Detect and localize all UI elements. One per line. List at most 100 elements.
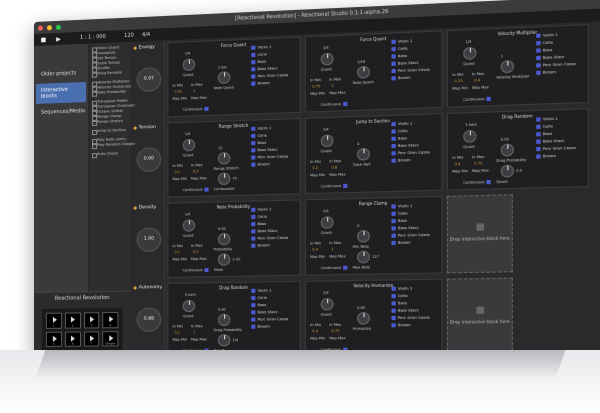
instrument-checkbox[interactable]	[251, 243, 256, 248]
drop-zone[interactable]: Drop interactive block here	[446, 277, 513, 357]
instrument-checkbox[interactable]	[391, 300, 396, 305]
continuous-toggle[interactable]: Continuous	[321, 265, 348, 270]
sidebar-item-sequences-media[interactable]: Sequences/Media	[36, 104, 86, 120]
trigger-pad[interactable]: 7	[83, 330, 100, 347]
instrument-checkbox[interactable]	[251, 154, 256, 160]
instrument-checkbox[interactable]	[251, 214, 256, 219]
map-min-value[interactable]: 0.1	[175, 170, 181, 174]
instrument-item[interactable]: Broom	[536, 151, 585, 160]
param-knob[interactable]	[357, 312, 370, 325]
tempo-display[interactable]: 120	[124, 33, 134, 39]
instrument-item[interactable]: Broom	[251, 322, 297, 330]
param-knob[interactable]	[500, 60, 514, 74]
map-max-value[interactable]: 0.4	[474, 78, 480, 82]
continuous-toggle[interactable]: Continuous	[321, 101, 348, 107]
quant-knob[interactable]	[463, 129, 477, 143]
trigger-pad[interactable]: 6	[64, 331, 81, 347]
instrument-checkbox[interactable]	[536, 146, 541, 151]
continuous-toggle[interactable]: Continuous	[321, 183, 348, 189]
map-min-value[interactable]: 0.25	[454, 79, 462, 84]
map-min-value[interactable]: 0.2	[312, 166, 318, 170]
map-min-value[interactable]: 0.1	[175, 250, 181, 254]
instrument-checkbox[interactable]	[391, 233, 396, 238]
map-min-value[interactable]: 0.4	[454, 162, 460, 166]
instrument-checkbox[interactable]	[251, 45, 256, 50]
map-max-value[interactable]: 0.6	[331, 165, 337, 169]
instrument-checkbox[interactable]	[391, 203, 396, 209]
instrument-checkbox[interactable]	[251, 59, 256, 64]
trigger-pad[interactable]: 4	[102, 311, 119, 328]
continuous-checkbox[interactable]	[204, 187, 209, 192]
map-max-value[interactable]: 0.5	[193, 250, 199, 254]
instrument-checkbox[interactable]	[391, 53, 396, 59]
instrument-item[interactable]: Broom	[391, 238, 439, 246]
instrument-checkbox[interactable]	[391, 240, 396, 245]
stop-icon[interactable]: ■	[40, 36, 47, 43]
instrument-checkbox[interactable]	[391, 308, 396, 313]
param-knob[interactable]	[217, 71, 231, 84]
row-value-knob[interactable]: 0.97	[136, 66, 162, 93]
map-min-value[interactable]: 0.4	[312, 248, 318, 252]
instrument-checkbox[interactable]	[391, 121, 396, 126]
continuous-checkbox[interactable]	[204, 268, 209, 273]
sidebar-item-older-projects[interactable]: Older projects	[36, 66, 86, 82]
continuous-toggle[interactable]: Continuous	[463, 179, 491, 185]
map-min-value[interactable]: 0.91	[175, 89, 183, 93]
instrument-checkbox[interactable]	[251, 52, 256, 57]
quant-knob[interactable]	[182, 219, 196, 232]
instrument-checkbox[interactable]	[251, 147, 256, 152]
continuous-toggle[interactable]: Continuous	[183, 187, 209, 192]
secondary-knob[interactable]	[217, 253, 231, 266]
instrument-checkbox[interactable]	[251, 309, 256, 314]
instrument-checkbox[interactable]	[391, 68, 396, 73]
instrument-checkbox[interactable]	[391, 136, 396, 141]
instrument-checkbox[interactable]	[251, 126, 256, 131]
param-knob[interactable]	[357, 147, 370, 161]
instrument-item[interactable]: Broom	[391, 72, 439, 81]
instrument-checkbox[interactable]	[251, 316, 256, 322]
instrument-checkbox[interactable]	[251, 162, 256, 167]
quant-knob[interactable]	[182, 299, 196, 313]
row-value-knob[interactable]: 0.00	[136, 147, 162, 173]
trigger-pad[interactable]: 2	[64, 312, 81, 329]
map-min-value[interactable]: 0.4	[312, 329, 318, 333]
map-max-value[interactable]: 1	[193, 89, 195, 93]
continuous-checkbox[interactable]	[486, 179, 491, 185]
instrument-checkbox[interactable]	[536, 62, 541, 68]
map-min-value[interactable]: 0.75	[312, 84, 320, 88]
instrument-checkbox[interactable]	[251, 221, 256, 226]
trigger-pad[interactable]: Stinger	[102, 330, 119, 347]
secondary-knob[interactable]	[217, 334, 231, 347]
instrument-checkbox[interactable]	[536, 40, 541, 45]
instrument-checkbox[interactable]	[251, 66, 256, 71]
row-value-knob[interactable]: 0.88	[136, 307, 162, 332]
signature-display[interactable]: 4/4	[142, 32, 150, 38]
instrument-checkbox[interactable]	[391, 157, 396, 163]
param-knob[interactable]	[217, 152, 231, 165]
instrument-item[interactable]: Broom	[251, 78, 297, 87]
trigger-pad[interactable]: 3	[83, 312, 100, 328]
map-max-value[interactable]: 0.75	[331, 329, 339, 333]
instrument-checkbox[interactable]	[391, 315, 396, 320]
instrument-item[interactable]: Broom	[391, 321, 439, 329]
instrument-checkbox[interactable]	[391, 150, 396, 155]
instrument-item[interactable]: Broom	[536, 67, 585, 76]
secondary-knob[interactable]	[357, 250, 370, 264]
param-knob[interactable]	[357, 229, 370, 243]
instrument-checkbox[interactable]	[251, 302, 256, 307]
instrument-checkbox[interactable]	[251, 324, 256, 329]
instrument-checkbox[interactable]	[251, 133, 256, 138]
map-max-value[interactable]: 0.75	[474, 161, 482, 165]
instrument-checkbox[interactable]	[391, 225, 396, 230]
quant-knob[interactable]	[182, 138, 196, 152]
quant-knob[interactable]	[320, 52, 334, 66]
param-knob[interactable]	[500, 143, 514, 157]
instrument-checkbox[interactable]	[536, 116, 541, 122]
continuous-checkbox[interactable]	[343, 265, 348, 270]
instrument-checkbox[interactable]	[536, 47, 541, 53]
param-knob[interactable]	[357, 65, 370, 79]
continuous-checkbox[interactable]	[204, 106, 209, 112]
map-max-value[interactable]: 1	[331, 247, 333, 251]
instrument-checkbox[interactable]	[391, 218, 396, 223]
instrument-checkbox[interactable]	[251, 73, 256, 79]
